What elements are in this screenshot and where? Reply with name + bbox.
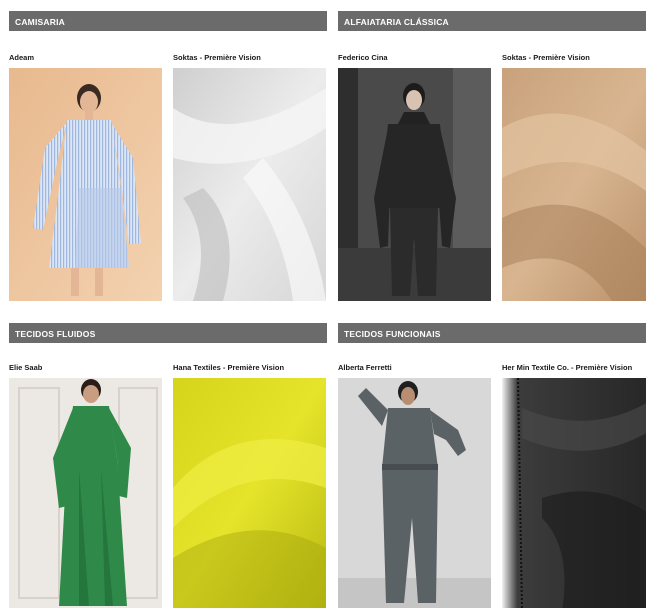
fabric-card: Her Min Textile Co. - Première Vision bbox=[502, 363, 646, 608]
fabric-caption: Hana Textiles - Première Vision bbox=[173, 363, 285, 372]
model-grey-utility-jumpsuit-image bbox=[338, 378, 491, 608]
model-striped-shirt-dress-image bbox=[9, 68, 162, 301]
look-card: Alberta Ferretti bbox=[338, 363, 491, 608]
look-card: Federico Cina bbox=[338, 53, 491, 301]
section-tecidos-funcionais: TECIDOS FUNCIONAIS Alberta Ferretti Her … bbox=[338, 323, 646, 608]
section-alfaiataria-classica: ALFAIATARIA CLÁSSICA Federico Cina Sokta… bbox=[338, 11, 646, 301]
model-dark-tailored-suit-image bbox=[338, 68, 491, 301]
fabric-caption: Soktas - Première Vision bbox=[502, 53, 590, 62]
look-caption: Adeam bbox=[9, 53, 35, 62]
section-title: TECIDOS FLUIDOS bbox=[9, 323, 327, 343]
fabric-card: Soktas - Première Vision bbox=[173, 53, 326, 301]
beige-twill-fabric-image bbox=[502, 68, 646, 301]
fabric-card: Hana Textiles - Première Vision bbox=[173, 363, 326, 608]
section-title: ALFAIATARIA CLÁSSICA bbox=[338, 11, 646, 31]
fabric-caption: Soktas - Première Vision bbox=[173, 53, 261, 62]
look-caption: Alberta Ferretti bbox=[338, 363, 392, 372]
section-camisaria: CAMISARIA Adeam Soktas - Première Vision bbox=[9, 11, 327, 301]
white-cotton-fabric-image bbox=[173, 68, 326, 301]
fabric-caption: Her Min Textile Co. - Première Vision bbox=[502, 363, 633, 372]
look-card: Adeam bbox=[9, 53, 162, 301]
section-tecidos-fluidos: TECIDOS FLUIDOS Elie Saab Hana Textiles … bbox=[9, 323, 327, 608]
black-technical-fabric-image bbox=[502, 378, 646, 608]
model-green-flowing-dress-image bbox=[9, 378, 162, 608]
look-caption: Federico Cina bbox=[338, 53, 388, 62]
section-title: CAMISARIA bbox=[9, 11, 327, 31]
look-card: Elie Saab bbox=[9, 363, 162, 608]
chartreuse-fluid-fabric-image bbox=[173, 378, 326, 608]
look-caption: Elie Saab bbox=[9, 363, 43, 372]
section-title: TECIDOS FUNCIONAIS bbox=[338, 323, 646, 343]
fabric-card: Soktas - Première Vision bbox=[502, 53, 646, 301]
